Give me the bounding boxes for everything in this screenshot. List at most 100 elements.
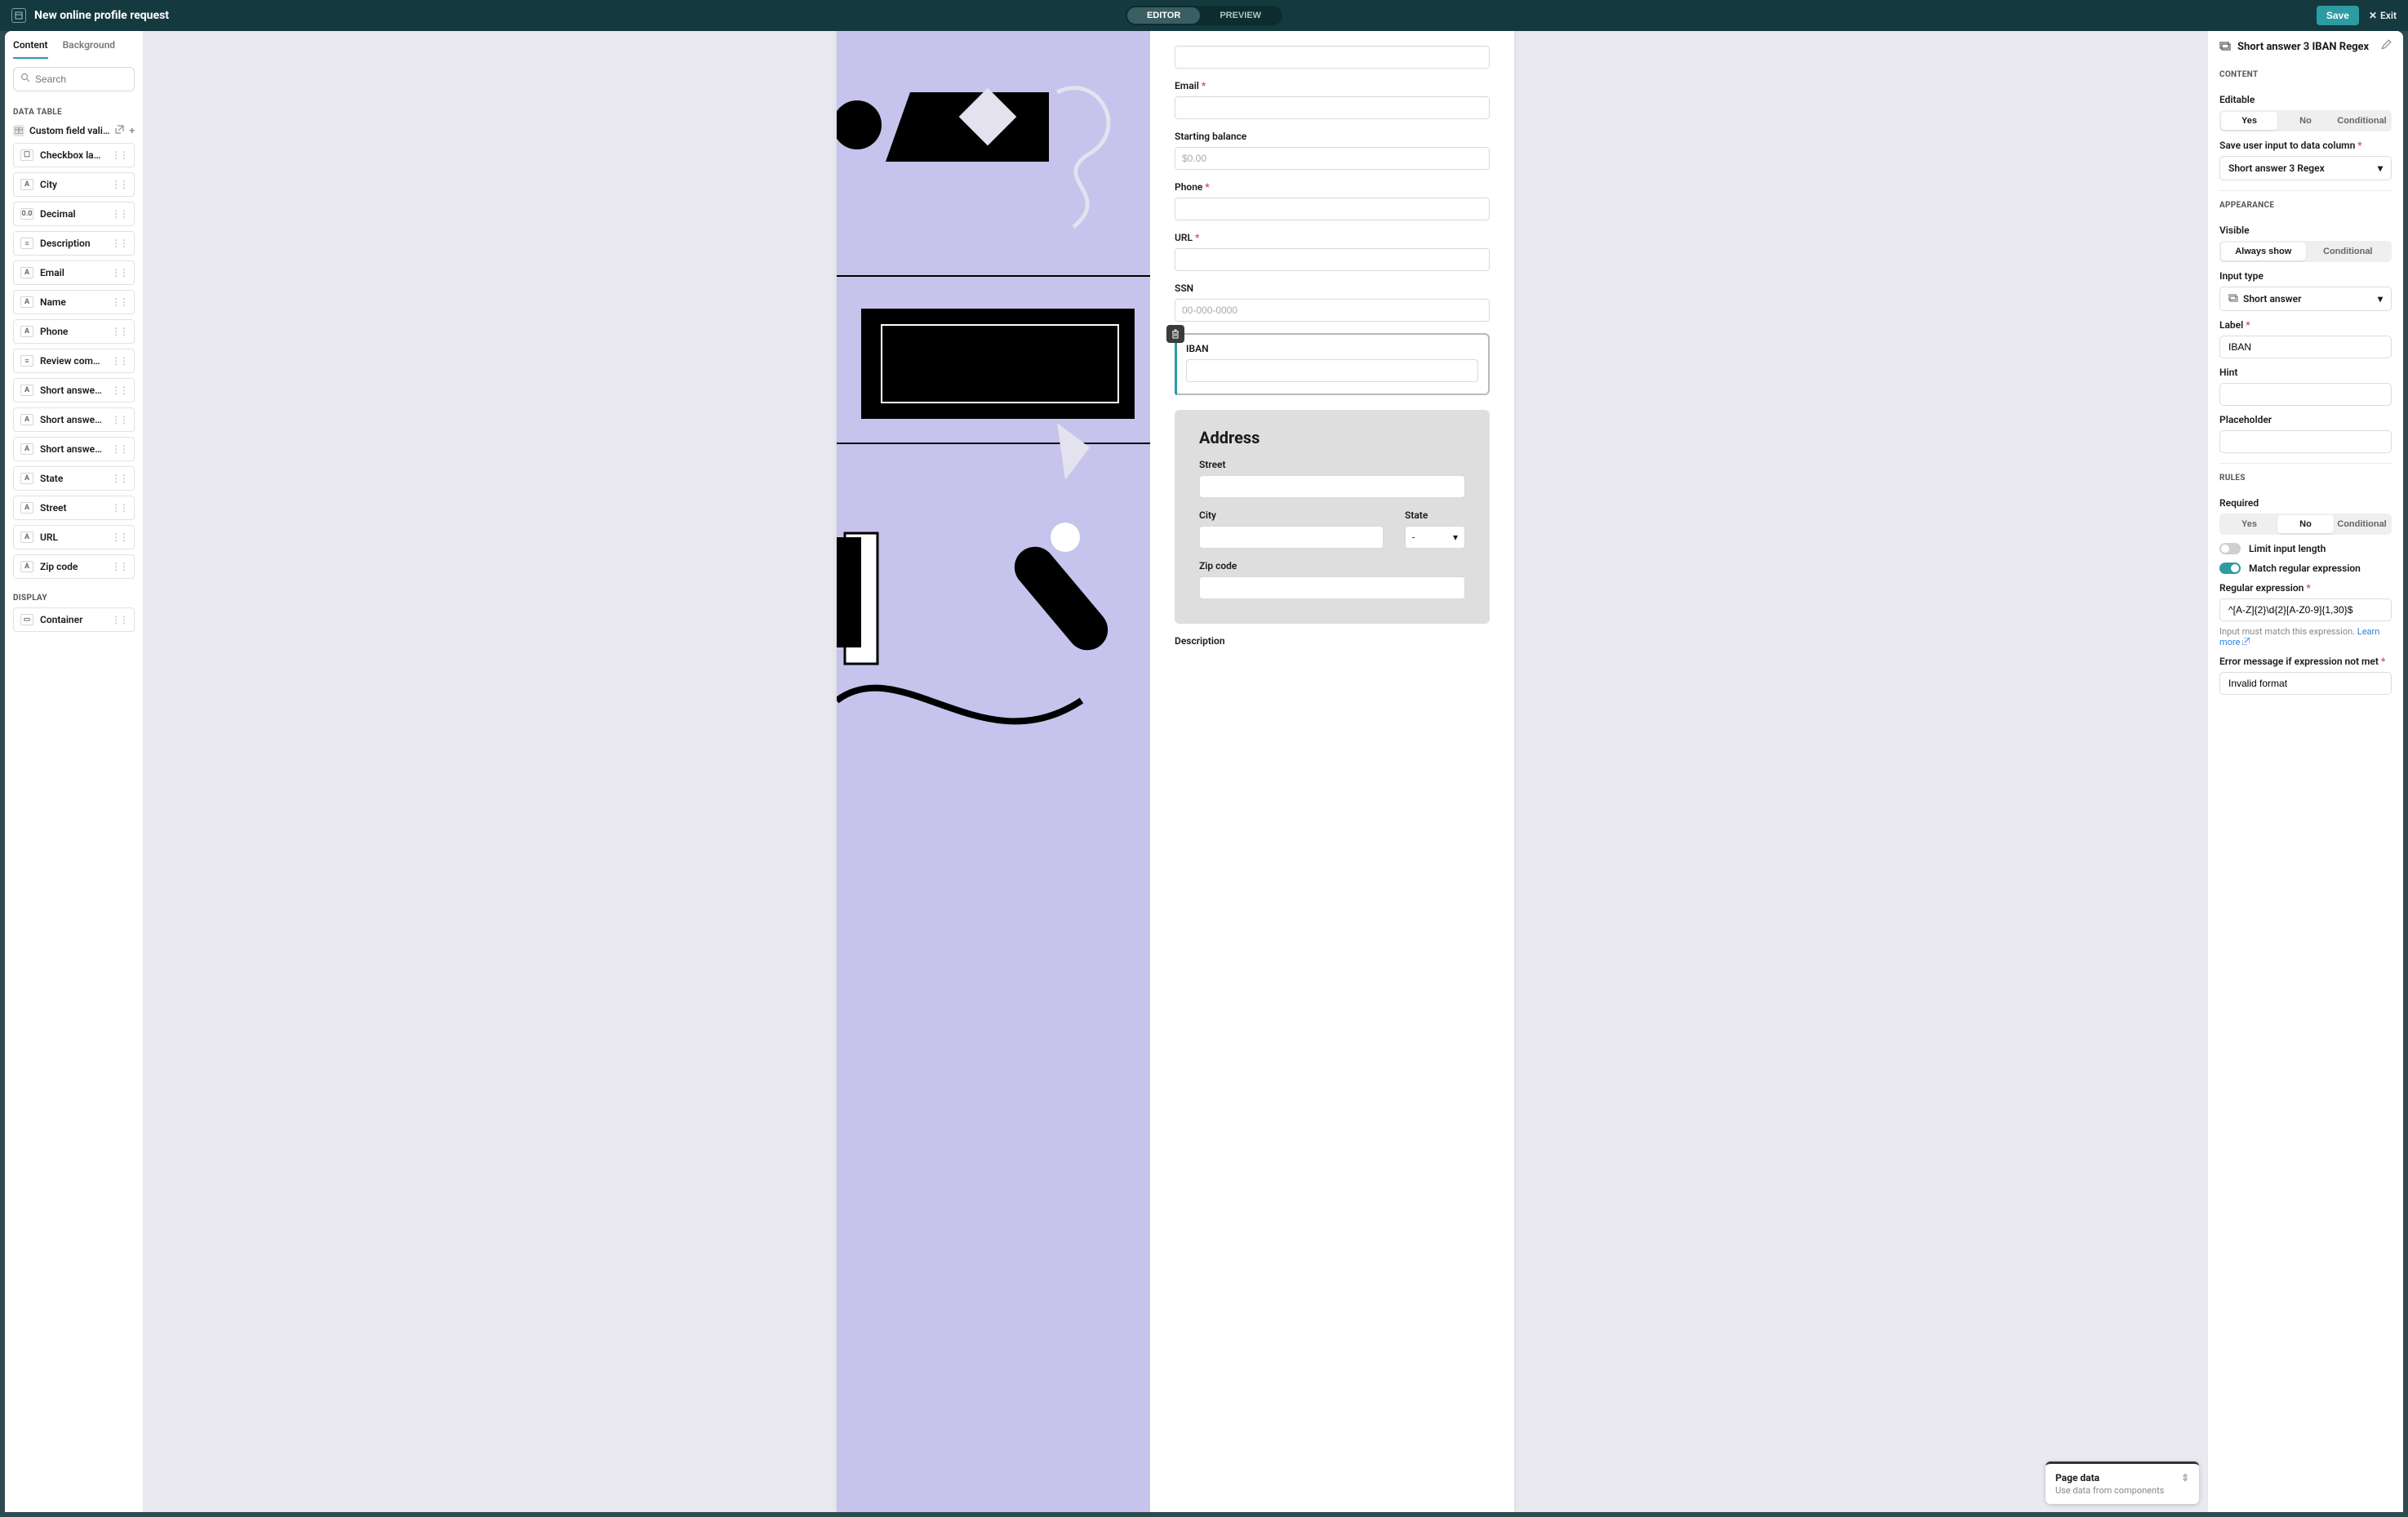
iban-selected-block[interactable]: IBAN — [1175, 333, 1490, 395]
delete-element-button[interactable] — [1166, 325, 1184, 343]
tab-content[interactable]: Content — [13, 39, 48, 59]
app-icon[interactable] — [11, 8, 26, 23]
field-type-icon: A — [20, 385, 33, 396]
label-label: Label * — [2219, 319, 2392, 331]
field-label: Short answer 3 R... — [40, 443, 104, 455]
input-zip[interactable] — [1199, 576, 1465, 599]
field-label: Short answer 2 (... — [40, 414, 104, 425]
tab-background[interactable]: Background — [63, 39, 115, 59]
drag-handle-icon[interactable]: ⋮⋮ — [111, 532, 127, 543]
field-label: URL — [40, 532, 104, 543]
display-item[interactable]: ▭Container⋮⋮ — [13, 607, 135, 632]
drag-handle-icon[interactable]: ⋮⋮ — [111, 238, 127, 249]
drag-handle-icon[interactable]: ⋮⋮ — [111, 326, 127, 337]
toggle-match-regex[interactable] — [2219, 563, 2241, 574]
drag-handle-icon[interactable]: ⋮⋮ — [111, 561, 127, 572]
editable-no[interactable]: No — [2277, 112, 2334, 130]
input-city[interactable] — [1199, 526, 1384, 549]
input-label[interactable] — [2219, 336, 2392, 358]
field-type-icon: A — [20, 561, 33, 572]
label-regex: Regular expression * — [2219, 582, 2392, 594]
drag-handle-icon[interactable]: ⋮⋮ — [111, 502, 127, 514]
input-phone[interactable] — [1175, 198, 1490, 220]
select-save-column[interactable]: Short answer 3 Regex▾ — [2219, 156, 2392, 180]
field-item[interactable]: APhone⋮⋮ — [13, 319, 135, 344]
field-item[interactable]: AZip code⋮⋮ — [13, 554, 135, 579]
search-input[interactable] — [35, 73, 127, 85]
search-icon — [20, 73, 30, 86]
label-input-type: Input type — [2219, 270, 2392, 282]
select-state[interactable]: -▾ — [1405, 526, 1465, 549]
visible-conditional[interactable]: Conditional — [2306, 242, 2391, 260]
field-label: Checkbox label — [40, 149, 104, 161]
input-regex[interactable] — [2219, 598, 2392, 621]
select-input-type[interactable]: Short answer▾ — [2219, 287, 2392, 311]
field-item[interactable]: AEmail⋮⋮ — [13, 260, 135, 285]
required-yes[interactable]: Yes — [2221, 515, 2277, 533]
section-appearance: APPEARANCE — [2219, 201, 2392, 210]
required-conditional[interactable]: Conditional — [2334, 515, 2390, 533]
label-placeholder: Placeholder — [2219, 414, 2392, 425]
input-balance[interactable] — [1175, 147, 1490, 170]
address-container[interactable]: Address Street City State -▾ — [1175, 410, 1490, 624]
field-item[interactable]: ☐Checkbox label⋮⋮ — [13, 143, 135, 167]
drag-handle-icon[interactable]: ⋮⋮ — [111, 355, 127, 367]
edit-name-icon[interactable] — [2380, 39, 2392, 54]
input-hint[interactable] — [2219, 383, 2392, 406]
drag-handle-icon[interactable]: ⋮⋮ — [111, 614, 127, 625]
required-no[interactable]: No — [2277, 515, 2334, 533]
input-url[interactable] — [1175, 248, 1490, 271]
container-icon: ▭ — [20, 614, 33, 625]
field-item[interactable]: ≡Description⋮⋮ — [13, 231, 135, 256]
canvas-form: Email * Starting balance Phone * URL * S… — [1150, 31, 1514, 1512]
open-table-icon[interactable] — [115, 125, 124, 136]
field-type-icon: A — [20, 473, 33, 484]
field-item[interactable]: AStreet⋮⋮ — [13, 496, 135, 520]
visible-always[interactable]: Always show — [2221, 242, 2306, 260]
drag-handle-icon[interactable]: ⋮⋮ — [111, 296, 127, 308]
field-item[interactable]: ACity⋮⋮ — [13, 172, 135, 197]
field-item[interactable]: AShort answer 1⋮⋮ — [13, 378, 135, 403]
label-description: Description — [1175, 635, 1490, 647]
drag-handle-icon[interactable]: ⋮⋮ — [111, 385, 127, 396]
drag-handle-icon[interactable]: ⋮⋮ — [111, 443, 127, 455]
input-iban[interactable] — [1186, 359, 1478, 382]
field-item[interactable]: AState⋮⋮ — [13, 466, 135, 491]
drag-handle-icon[interactable]: ⋮⋮ — [111, 473, 127, 484]
field-label: Email — [40, 267, 104, 278]
input-error-msg[interactable] — [2219, 672, 2392, 695]
table-name[interactable]: Custom field vali... — [29, 125, 110, 136]
editable-conditional[interactable]: Conditional — [2334, 112, 2390, 130]
input-top[interactable] — [1175, 46, 1490, 69]
label-match-regex: Match regular expression — [2249, 563, 2361, 574]
drag-handle-icon[interactable]: ⋮⋮ — [111, 179, 127, 190]
field-item[interactable]: AName⋮⋮ — [13, 290, 135, 314]
expand-icon[interactable]: ⇕ — [2181, 1472, 2189, 1484]
field-item[interactable]: ≡Review comments⋮⋮ — [13, 349, 135, 373]
editable-yes[interactable]: Yes — [2221, 112, 2277, 130]
field-item[interactable]: 0.0Decimal⋮⋮ — [13, 202, 135, 226]
input-email[interactable] — [1175, 96, 1490, 119]
input-street[interactable] — [1199, 475, 1465, 498]
drag-handle-icon[interactable]: ⋮⋮ — [111, 149, 127, 161]
input-placeholder[interactable] — [2219, 430, 2392, 453]
section-data-table: DATA TABLE — [5, 100, 143, 122]
editor-tab[interactable]: EDITOR — [1127, 7, 1200, 24]
page-data-panel[interactable]: Page data⇕ Use data from components — [2046, 1461, 2199, 1504]
field-item[interactable]: AShort answer 3 R...⋮⋮ — [13, 437, 135, 461]
page-title: New online profile request — [34, 9, 169, 22]
field-item[interactable]: AShort answer 2 (...⋮⋮ — [13, 407, 135, 432]
add-table-icon[interactable]: + — [129, 125, 135, 136]
drag-handle-icon[interactable]: ⋮⋮ — [111, 267, 127, 278]
save-button[interactable]: Save — [2317, 6, 2359, 25]
exit-button[interactable]: ✕Exit — [2369, 10, 2397, 21]
field-label: Name — [40, 296, 104, 308]
canvas-decoration — [837, 31, 1150, 1512]
drag-handle-icon[interactable]: ⋮⋮ — [111, 208, 127, 220]
drag-handle-icon[interactable]: ⋮⋮ — [111, 414, 127, 425]
input-ssn[interactable] — [1175, 299, 1490, 322]
preview-tab[interactable]: PREVIEW — [1200, 7, 1281, 24]
regex-helper: Input must match this expression. Learn … — [2219, 626, 2392, 647]
field-item[interactable]: AURL⋮⋮ — [13, 525, 135, 549]
toggle-limit-length[interactable] — [2219, 543, 2241, 554]
